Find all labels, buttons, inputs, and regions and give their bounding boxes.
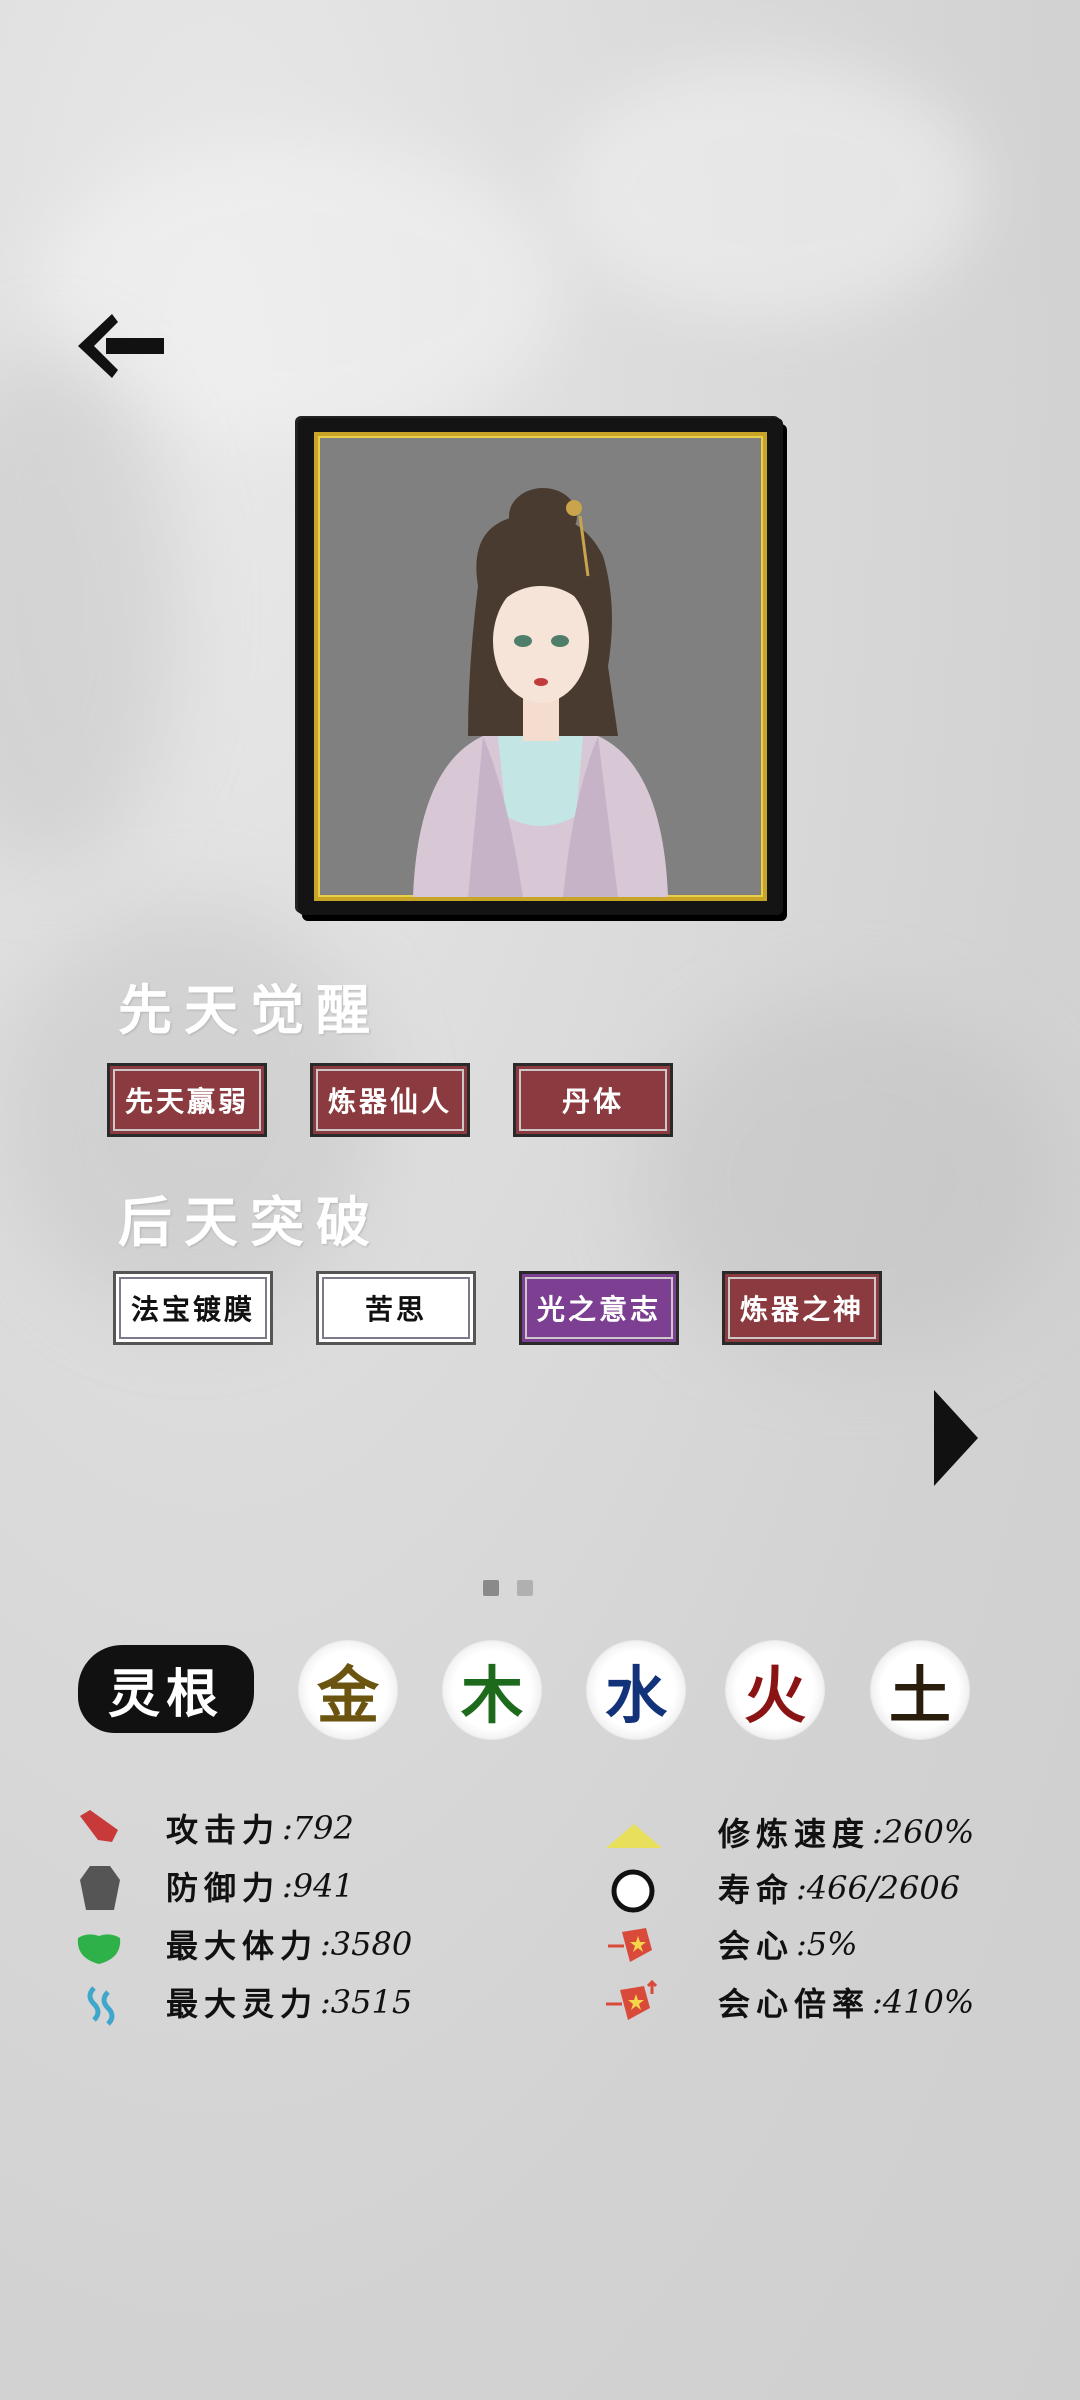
element-char: 金 — [316, 1659, 379, 1732]
background-mist — [560, 60, 980, 320]
stat-label: 最大体力 — [166, 1927, 319, 1965]
stat-label: 防御力 — [166, 1869, 281, 1907]
breakthrough-tag[interactable]: 炼器之神 — [722, 1271, 882, 1345]
element-char: 火 — [743, 1659, 806, 1732]
element-char: 水 — [604, 1659, 667, 1732]
character-portrait-frame — [298, 418, 783, 915]
element-char: 土 — [888, 1659, 951, 1732]
stat-value: :792 — [282, 1809, 354, 1847]
awakening-tag[interactable]: 炼器仙人 — [310, 1063, 470, 1137]
breakthrough-tag[interactable]: 苦思 — [316, 1271, 476, 1345]
stat-label: 修炼速度 — [718, 1815, 871, 1853]
arrow-left-icon — [78, 314, 164, 378]
stat-defense: 防御力:941 — [166, 1866, 354, 1907]
water-element-icon: 水 — [586, 1640, 686, 1740]
stat-max-spirit-power: 最大灵力:3515 — [166, 1982, 413, 2023]
stat-label: 寿命 — [718, 1871, 795, 1909]
awakening-tag[interactable]: 丹体 — [513, 1063, 673, 1137]
stat-value: :941 — [282, 1867, 354, 1905]
breakthrough-tag[interactable]: 光之意志 — [519, 1271, 679, 1345]
stamina-icon — [77, 1934, 121, 1964]
earth-element-icon: 土 — [870, 1640, 970, 1740]
stat-label: 攻击力 — [166, 1811, 281, 1849]
element-char: 木 — [460, 1659, 523, 1732]
stat-value: :410% — [872, 1983, 975, 2021]
character-illustration — [413, 488, 668, 897]
attack-icon — [80, 1810, 118, 1842]
back-button[interactable] — [78, 312, 168, 382]
stat-cultivation-speed: 修炼速度:260% — [718, 1812, 975, 1853]
stat-lifespan: 寿命:466/2606 — [718, 1868, 961, 1909]
background-ink — [0, 350, 180, 870]
stat-value: :466/2606 — [796, 1869, 961, 1907]
awakening-tag[interactable]: 先天羸弱 — [107, 1063, 267, 1137]
metal-element-icon: 金 — [298, 1640, 398, 1740]
spirit-power-icon — [87, 1986, 115, 2026]
critical-icon — [608, 1928, 652, 1962]
breakthrough-title: 后天突破 — [118, 1190, 382, 1254]
stat-critical-multiplier: 会心倍率:410% — [718, 1982, 975, 2023]
wood-element-icon: 木 — [442, 1640, 542, 1740]
stat-max-stamina: 最大体力:3580 — [166, 1924, 413, 1965]
fire-element-icon: 火 — [725, 1640, 825, 1740]
pager-dot[interactable] — [517, 1580, 533, 1596]
stat-label: 会心 — [718, 1927, 795, 1965]
pager-dot-active[interactable] — [483, 1580, 499, 1596]
stat-value: :3580 — [320, 1925, 413, 1963]
stat-label: 会心倍率 — [718, 1985, 871, 2023]
defense-icon — [80, 1866, 120, 1910]
stat-label: 最大灵力 — [166, 1985, 319, 2023]
stat-attack: 攻击力:792 — [166, 1808, 354, 1849]
stat-value: :260% — [872, 1813, 975, 1851]
spirit-root-label: 灵根 — [78, 1645, 254, 1733]
stat-value: :5% — [796, 1925, 858, 1963]
lifespan-icon — [611, 1869, 655, 1913]
breakthrough-tag[interactable]: 法宝镀膜 — [113, 1271, 273, 1345]
critical-multiplier-icon — [606, 1980, 658, 2020]
next-page-button[interactable] — [932, 1390, 980, 1486]
stat-critical: 会心:5% — [718, 1924, 858, 1965]
triangle-right-icon — [934, 1390, 978, 1486]
awakening-title: 先天觉醒 — [118, 978, 382, 1042]
character-portrait — [314, 432, 767, 901]
cultivation-speed-icon — [606, 1824, 662, 1848]
stat-value: :3515 — [320, 1983, 413, 2021]
